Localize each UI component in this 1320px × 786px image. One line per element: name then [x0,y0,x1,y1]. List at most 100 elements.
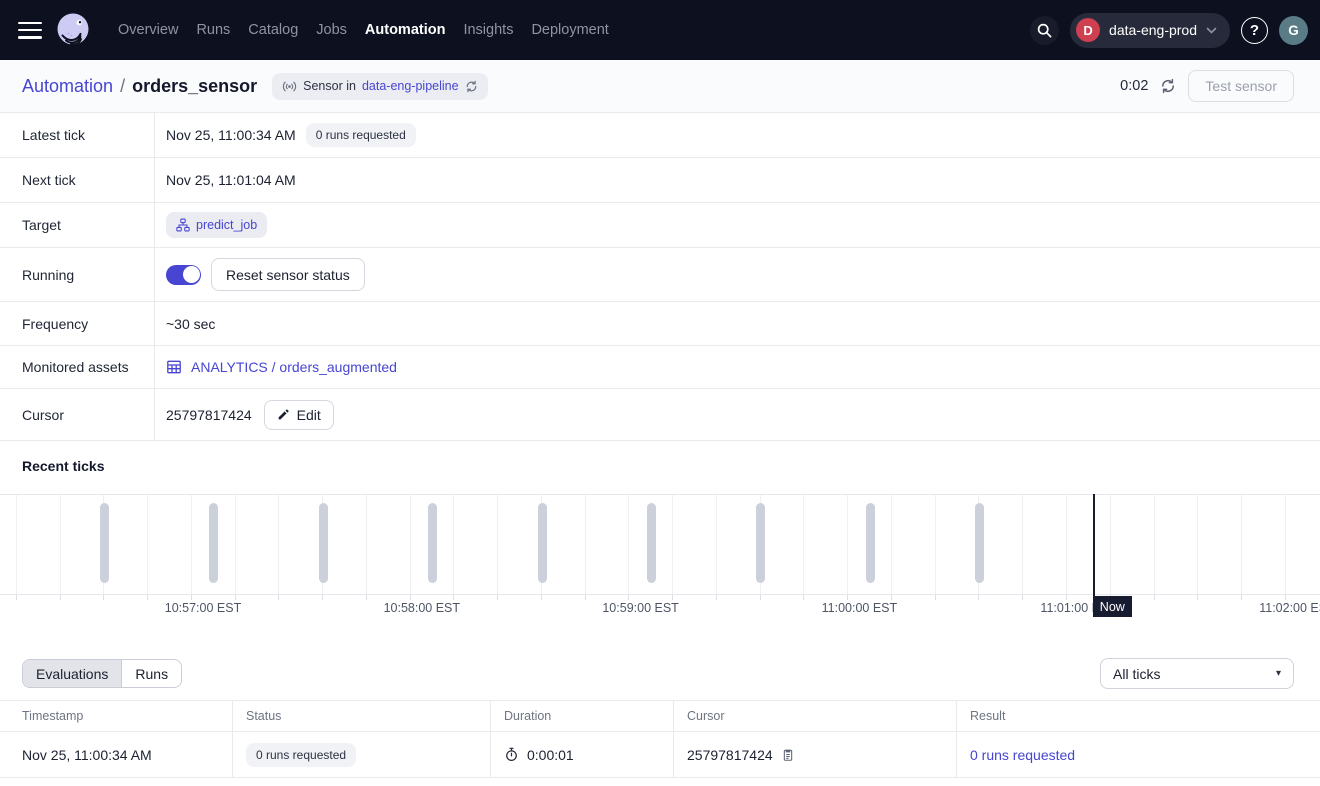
tab-runs[interactable]: Runs [121,660,181,687]
target-job-link[interactable]: predict_job [166,212,267,238]
chart-axis-tick [1197,595,1198,600]
nav-item-deployment[interactable]: Deployment [531,22,608,38]
running-toggle[interactable] [166,265,201,285]
nav-item-runs[interactable]: Runs [196,22,230,38]
chart-time-label: 11:02:00 EST [1227,601,1320,615]
sensor-tick-bar[interactable] [209,503,218,583]
chart-axis-tick [1066,595,1067,600]
page-header: Automation / orders_sensor Sensor in dat… [0,60,1320,113]
chart-gridline [847,495,848,594]
sensor-tick-bar[interactable] [100,503,109,583]
breadcrumb-automation-link[interactable]: Automation [22,76,113,97]
chart-axis-tick [585,595,586,600]
target-label: Target [0,203,155,247]
chart-gridline [803,495,804,594]
nav-item-jobs[interactable]: Jobs [316,22,347,38]
chart-axis-tick [847,595,848,600]
edit-button-label: Edit [297,407,321,423]
sensor-tick-bar[interactable] [647,503,656,583]
chart-gridline [1241,495,1242,594]
frequency-row: Frequency ~30 sec [0,302,1320,346]
latest-tick-status-tag: 0 runs requested [306,123,416,147]
select-caret-icon: ▾ [1276,668,1281,679]
sensor-tick-bar[interactable] [319,503,328,583]
next-tick-label: Next tick [0,158,155,202]
monitored-asset-link[interactable]: ANALYTICS / orders_augmented [166,359,397,375]
nav-item-overview[interactable]: Overview [118,22,178,38]
next-tick-row: Next tick Nov 25, 11:01:04 AM [0,158,1320,203]
chart-gridline [628,495,629,594]
chart-axis-tick [978,595,979,600]
sensor-tick-bar[interactable] [428,503,437,583]
reload-repo-icon[interactable] [465,80,478,93]
asset-table-icon [166,359,182,375]
monitored-asset-name: ANALYTICS / orders_augmented [191,359,397,375]
deployment-badge: D [1076,18,1100,42]
chart-axis-tick [60,595,61,600]
chart-axis-tick [453,595,454,600]
chart-time-label: 10:58:00 EST [352,601,492,615]
chart-gridline [1197,495,1198,594]
dagster-logo-icon[interactable] [53,10,93,50]
next-tick-countdown: 0:02 [1120,78,1148,94]
repo-link[interactable]: data-eng-pipeline [362,79,459,93]
sensor-tick-bar[interactable] [866,503,875,583]
chart-axis-tick [541,595,542,600]
chart-gridline [585,495,586,594]
chart-axis-tick [235,595,236,600]
cursor-row: Cursor 25797817424 Edit [0,389,1320,441]
user-avatar[interactable]: G [1279,16,1308,45]
copy-cursor-icon[interactable] [781,748,795,762]
sensor-tick-bar[interactable] [756,503,765,583]
nav-item-automation[interactable]: Automation [365,22,446,38]
tick-filter-value: All ticks [1113,666,1160,682]
chart-axis-line [0,594,1320,595]
deployment-switcher[interactable]: D data-eng-prod [1070,13,1230,48]
chart-axis-tick [103,595,104,600]
chart-gridline [60,495,61,594]
chart-axis-tick [366,595,367,600]
chart-axis-tick [410,595,411,600]
chart-axis-tick [803,595,804,600]
chart-gridline [410,495,411,594]
chart-gridline [191,495,192,594]
nav-item-catalog[interactable]: Catalog [248,22,298,38]
deployment-name: data-eng-prod [1109,22,1197,38]
row-result-link[interactable]: 0 runs requested [970,747,1075,763]
refresh-countdown-button[interactable] [1160,78,1176,94]
chart-gridline [1110,495,1111,594]
now-marker-label: Now [1093,596,1132,617]
edit-cursor-button[interactable]: Edit [264,400,334,430]
reset-sensor-status-button[interactable]: Reset sensor status [211,258,365,291]
search-button[interactable] [1030,16,1059,45]
chart-axis-tick [322,595,323,600]
chart-top-border [0,494,1320,495]
chart-axis-tick [628,595,629,600]
chart-axis-tick [1241,595,1242,600]
chart-time-label: 11:00:00 EST [789,601,929,615]
chart-time-label: 10:59:00 EST [571,601,711,615]
chart-gridline [278,495,279,594]
latest-tick-label: Latest tick [0,113,155,157]
table-row: Nov 25, 11:00:34 AM 0 runs requested 0:0… [0,732,1320,778]
sensor-tick-bar[interactable] [975,503,984,583]
chart-axis-tick [935,595,936,600]
sensor-tick-bar[interactable] [538,503,547,583]
stopwatch-icon [504,747,519,762]
nav-item-insights[interactable]: Insights [463,22,513,38]
chart-axis-tick [147,595,148,600]
chart-axis-tick [1154,595,1155,600]
tick-filter-select[interactable]: All ticks ▾ [1100,658,1294,689]
evaluations-table: Timestamp Status Duration Cursor Result … [0,700,1320,778]
hamburger-menu-icon[interactable] [18,22,42,39]
chart-axis-tick [278,595,279,600]
frequency-value: ~30 sec [166,316,215,332]
tab-evaluations[interactable]: Evaluations [23,660,121,687]
page-title: orders_sensor [132,76,257,97]
navbar-right-cluster: D data-eng-prod ? G [1030,13,1308,48]
chart-axis-tick [891,595,892,600]
monitored-assets-label: Monitored assets [0,346,155,388]
sensor-repo-badge: Sensor in data-eng-pipeline [272,73,487,100]
test-sensor-button[interactable]: Test sensor [1188,70,1294,102]
help-button[interactable]: ? [1241,17,1268,44]
